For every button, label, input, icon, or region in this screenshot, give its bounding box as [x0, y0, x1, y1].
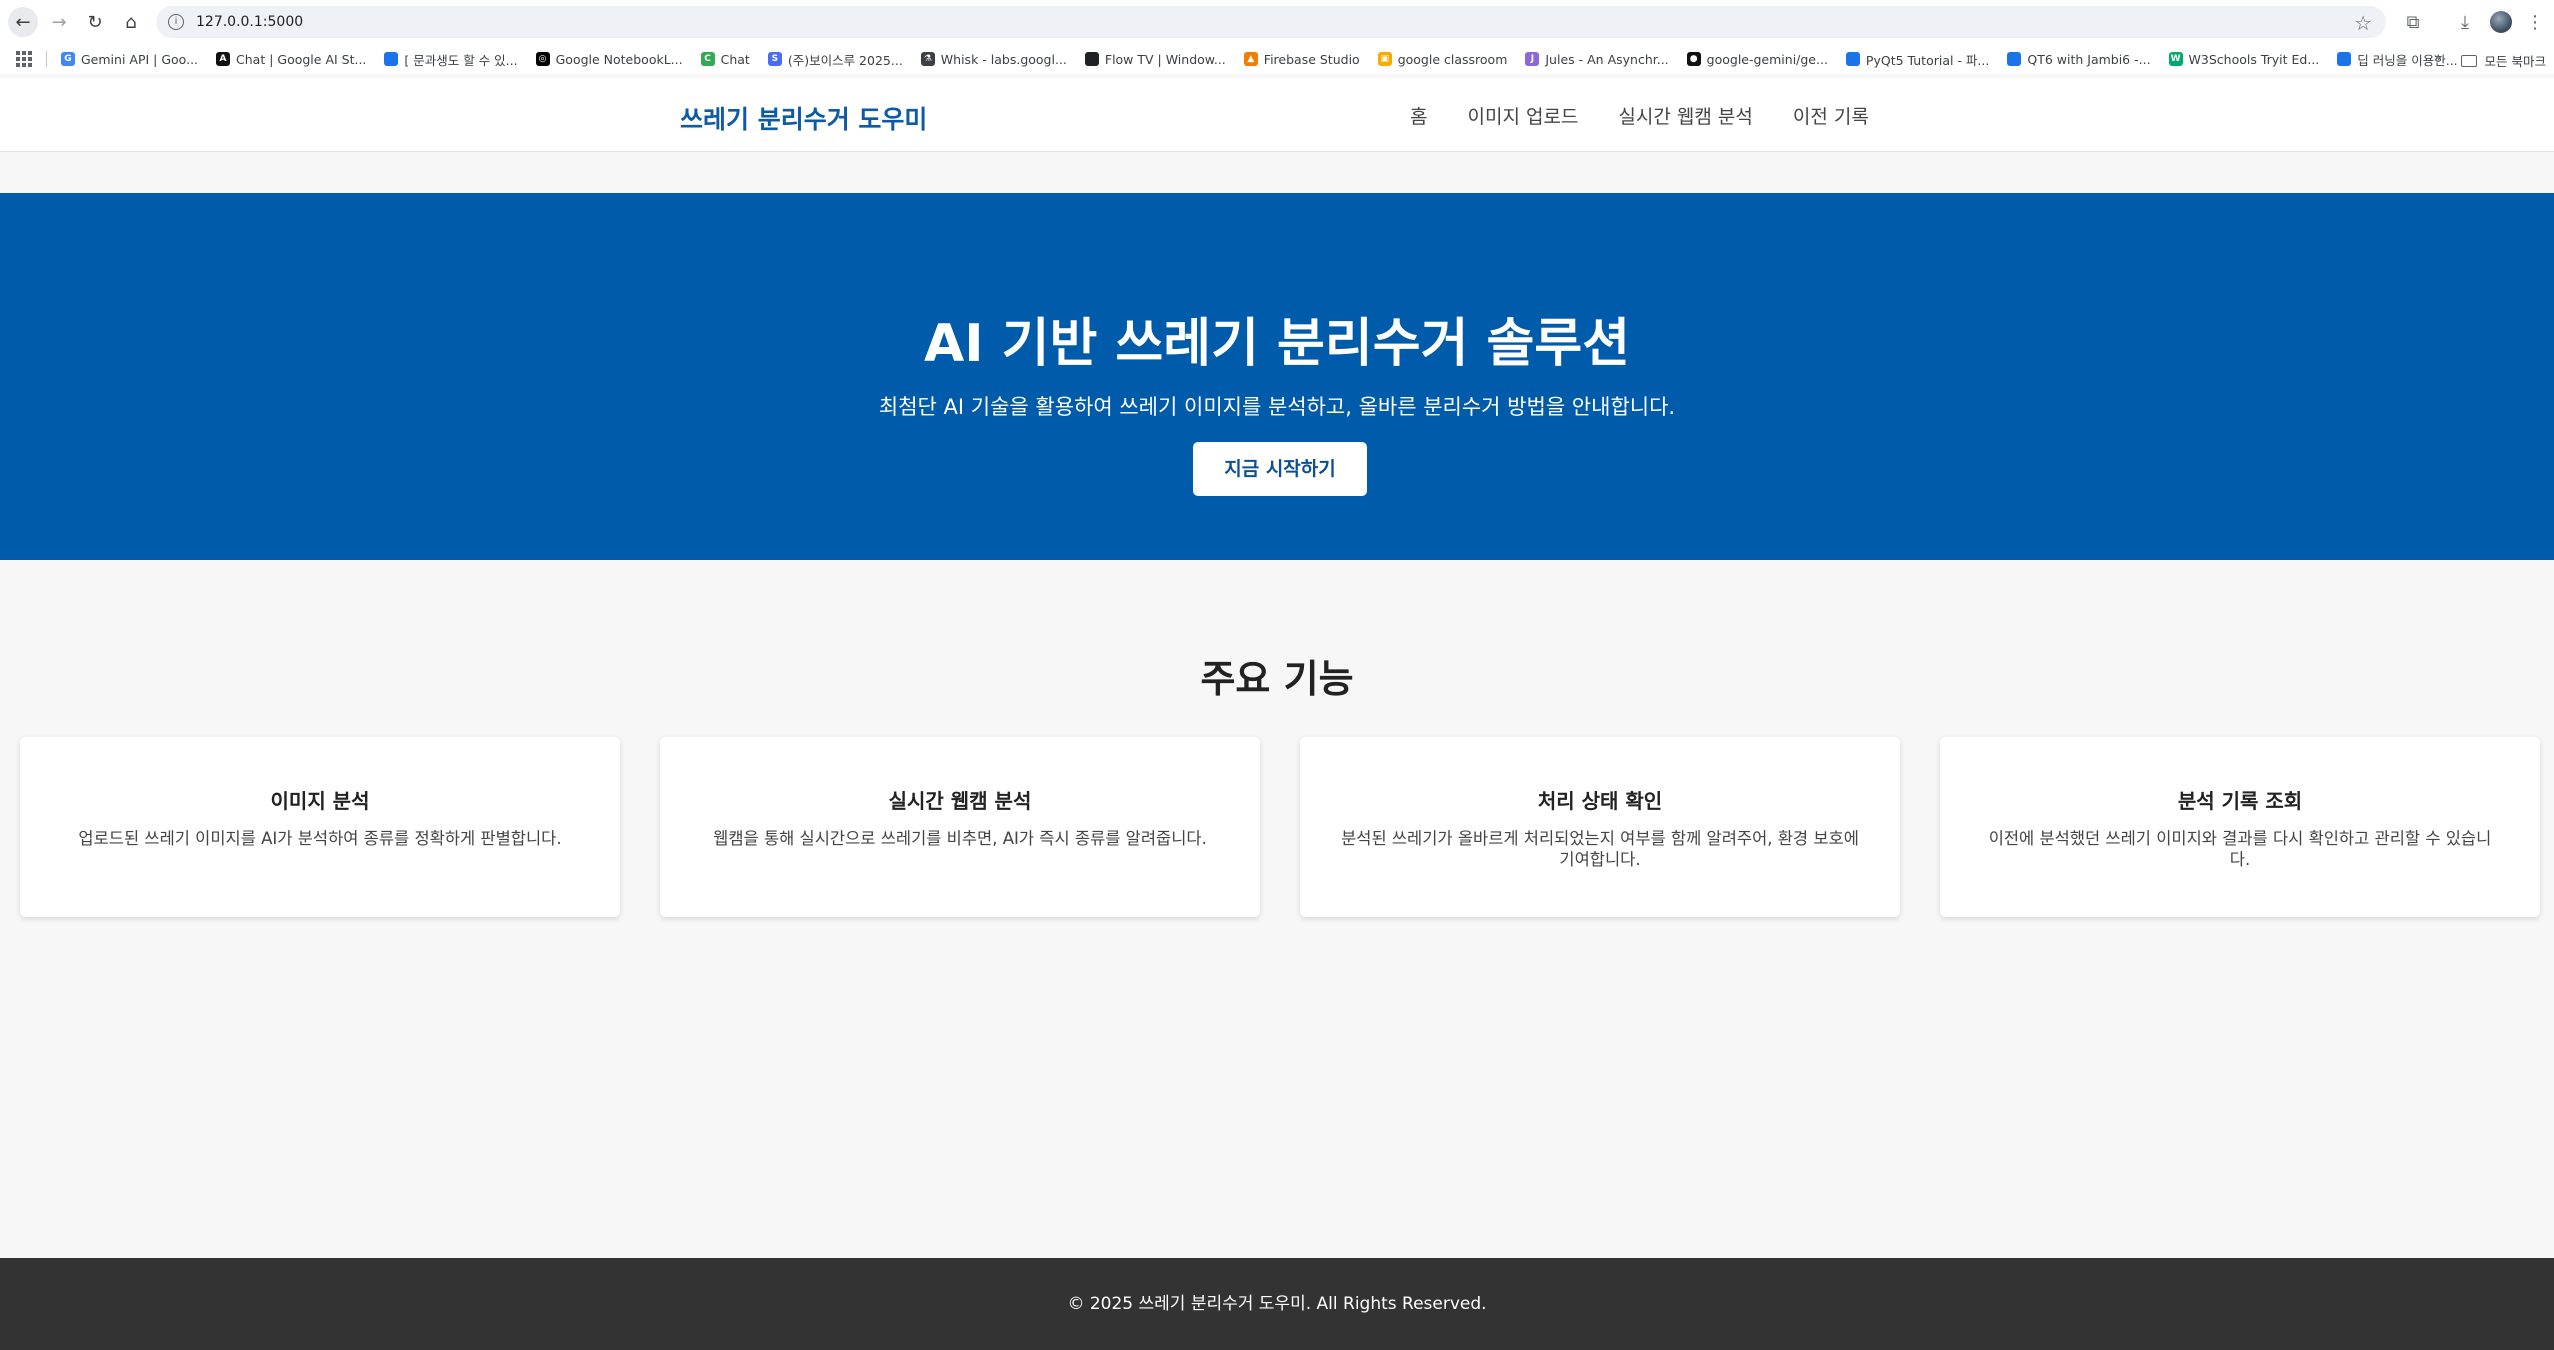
extensions-icon[interactable]: ⧉ — [2398, 7, 2428, 37]
feature-card-desc: 업로드된 쓰레기 이미지를 AI가 분석하여 종류를 정확하게 판별합니다. — [78, 829, 562, 848]
bookmark-item[interactable]: A Chat | Google AI St... — [216, 52, 366, 67]
menu-kebab-icon[interactable]: ⋮ — [2520, 7, 2550, 37]
hero-subtitle: 최첨단 AI 기술을 활용하여 쓰레기 이미지를 분석하고, 올바른 분리수거 … — [878, 395, 1676, 419]
feature-card-status-check: 처리 상태 확인 분석된 쓰레기가 올바르게 처리되었는지 여부를 함께 알려주… — [1300, 737, 1900, 917]
features-title: 주요 기능 — [1200, 657, 1354, 701]
feature-cards: 이미지 분석 업로드된 쓰레기 이미지를 AI가 분석하여 종류를 정확하게 판… — [20, 737, 2540, 917]
bookmark-label: Chat | Google AI St... — [236, 51, 367, 67]
bookmark-label: [ 문과생도 할 수 있... — [404, 52, 518, 68]
bookmarks-bar: G Gemini API | Goo... A Chat | Google AI St… — [0, 44, 2554, 74]
nav-history[interactable]: 이전 기록 — [1793, 102, 1869, 129]
apps-grid-icon[interactable] — [16, 51, 32, 67]
page: 쓰레기 분리수거 도우미 홈 이미지 업로드 실시간 웹캠 분석 이전 기록 A… — [0, 78, 2554, 1350]
bookmark-item[interactable]: C Chat — [700, 51, 750, 67]
start-now-button[interactable]: 지금 시작하기 — [1193, 442, 1367, 496]
more-bookmarks-icon[interactable]: » — [2433, 50, 2442, 66]
bookmark-item[interactable]: QT6 with Jambi6 -... — [2007, 51, 2151, 67]
bookmark-item[interactable]: ◎ Google NotebookL... — [535, 51, 683, 67]
folder-icon — [2460, 54, 2477, 67]
feature-card-title: 이미지 분석 — [270, 789, 370, 813]
bookmark-label: Firebase Studio — [1263, 51, 1360, 67]
flask-icon: ⚗ — [920, 52, 935, 66]
nav-image-upload[interactable]: 이미지 업로드 — [1467, 102, 1578, 129]
forward-icon[interactable]: → — [44, 7, 74, 37]
footer-copyright: © 2025 쓰레기 분리수거 도우미. All Rights Reserved… — [1067, 1294, 1487, 1314]
github-icon: ● — [1686, 52, 1701, 66]
bookmark-label: Gemini API | Goo... — [81, 51, 199, 67]
browser-toolbar: ← → ↻ ⌂ i 127.0.0.1:5000 ☆ ⧉ ⤓ ⋮ — [0, 0, 2554, 44]
site-info-icon[interactable]: i — [168, 14, 184, 30]
bookmark-label: QT6 with Jambi6 -... — [2027, 51, 2151, 67]
nav-webcam-analysis[interactable]: 실시간 웹캠 분석 — [1618, 102, 1752, 129]
bookmark-label: Google NotebookL... — [555, 51, 683, 67]
site-header: 쓰레기 분리수거 도우미 홈 이미지 업로드 실시간 웹캠 분석 이전 기록 — [0, 78, 2554, 152]
bookmark-item[interactable]: S (주)보이스루 2025... — [767, 50, 903, 69]
feature-card-desc: 분석된 쓰레기가 올바르게 처리되었는지 여부를 함께 알려주어, 환경 보호에… — [1341, 829, 1859, 869]
firebase-icon: ▲ — [1243, 52, 1258, 66]
chat-icon: C — [700, 52, 715, 66]
s-icon: S — [767, 52, 782, 66]
bookmark-item[interactable]: W W3Schools Tryit Ed... — [2168, 51, 2320, 67]
bookmark-label: W3Schools Tryit Ed... — [2188, 51, 2320, 67]
bookmark-item[interactable]: Flow TV | Window... — [1084, 51, 1226, 67]
bookmark-label: google-gemini/ge... — [1706, 51, 1828, 67]
bookmark-star-icon[interactable]: ☆ — [2354, 11, 2372, 35]
bookmark-label: google classroom — [1397, 51, 1508, 67]
w3schools-icon: W — [2168, 52, 2183, 66]
google-icon: G — [61, 52, 75, 66]
feature-card-webcam-analysis: 실시간 웹캠 분석 웹캠을 통해 실시간으로 쓰레기를 비추면, AI가 즉시 … — [660, 737, 1260, 917]
site-brand[interactable]: 쓰레기 분리수거 도우미 — [680, 100, 927, 136]
all-bookmarks-folder[interactable]: 모든 북마크 — [2460, 51, 2546, 70]
site-footer: © 2025 쓰레기 분리수거 도우미. All Rights Reserved… — [0, 1258, 2554, 1350]
bookmark-label: PyQt5 Tutorial - 파... — [1865, 52, 1990, 68]
all-bookmarks-label: 모든 북마크 — [2484, 54, 2546, 69]
feature-card-desc: 이전에 분석했던 쓰레기 이미지와 결과를 다시 확인하고 관리할 수 있습니다… — [1988, 829, 2492, 869]
bookmark-blue-icon — [1845, 52, 1860, 66]
nav-home[interactable]: 홈 — [1410, 102, 1427, 129]
feature-card-title: 처리 상태 확인 — [1537, 789, 1663, 813]
bookmark-blue-icon — [384, 52, 399, 66]
home-icon[interactable]: ⌂ — [116, 7, 146, 37]
bookmark-item[interactable]: ▣ google classroom — [1377, 51, 1508, 67]
url-text[interactable]: 127.0.0.1:5000 — [196, 14, 303, 30]
bookmark-label: Jules - An Asynchr... — [1545, 51, 1669, 67]
address-bar[interactable]: i 127.0.0.1:5000 ☆ — [156, 6, 2386, 38]
feature-card-title: 분석 기록 조회 — [2177, 789, 2303, 813]
hero-banner: AI 기반 쓰레기 분리수거 솔루션 최첨단 AI 기술을 활용하여 쓰레기 이… — [0, 193, 2554, 560]
classroom-icon: ▣ — [1377, 52, 1392, 66]
bookmark-label: 딥 러닝을 이용한... — [2357, 52, 2458, 68]
bookmark-item[interactable]: G Gemini API | Goo... — [61, 52, 198, 67]
bookmark-item[interactable]: ▲ Firebase Studio — [1243, 51, 1360, 67]
bookmark-item[interactable]: PyQt5 Tutorial - 파... — [1845, 50, 1990, 69]
bookmark-item[interactable]: J Jules - An Asynchr... — [1525, 51, 1669, 67]
ai-studio-icon: A — [216, 52, 231, 66]
bookmark-label: (주)보이스루 2025... — [787, 52, 903, 68]
feature-card-image-analysis: 이미지 분석 업로드된 쓰레기 이미지를 AI가 분석하여 종류를 정확하게 판… — [20, 737, 620, 917]
jules-icon: J — [1525, 52, 1540, 66]
bookmark-item[interactable]: ⚗ Whisk - labs.googl... — [920, 51, 1067, 67]
bookmark-label: Flow TV | Window... — [1104, 51, 1226, 67]
bookmark-item[interactable]: [ 문과생도 할 수 있... — [384, 50, 518, 69]
site-nav: 홈 이미지 업로드 실시간 웹캠 분석 이전 기록 — [1410, 102, 1909, 129]
bookmarks-divider — [46, 51, 47, 67]
profile-avatar[interactable] — [2486, 7, 2516, 37]
bookmark-blue-icon — [2337, 52, 2352, 66]
notebooklm-icon: ◎ — [535, 52, 550, 66]
back-icon[interactable]: ← — [8, 7, 38, 37]
reload-icon[interactable]: ↻ — [80, 7, 110, 37]
bookmark-item[interactable]: ● google-gemini/ge... — [1686, 51, 1828, 67]
feature-card-desc: 웹캠을 통해 실시간으로 쓰레기를 비추면, AI가 즉시 종류를 알려줍니다. — [713, 829, 1207, 848]
download-icon[interactable]: ⤓ — [2450, 7, 2480, 37]
bookmark-label: Whisk - labs.googl... — [940, 51, 1067, 67]
feature-card-history: 분석 기록 조회 이전에 분석했던 쓰레기 이미지와 결과를 다시 확인하고 관… — [1940, 737, 2540, 917]
folder-dark-icon — [1084, 52, 1099, 66]
bookmark-label: Chat — [720, 51, 750, 67]
bookmark-blue-icon — [2007, 52, 2022, 66]
hero-title: AI 기반 쓰레기 분리수거 솔루션 — [923, 314, 1631, 374]
feature-card-title: 실시간 웹캠 분석 — [888, 789, 1032, 813]
